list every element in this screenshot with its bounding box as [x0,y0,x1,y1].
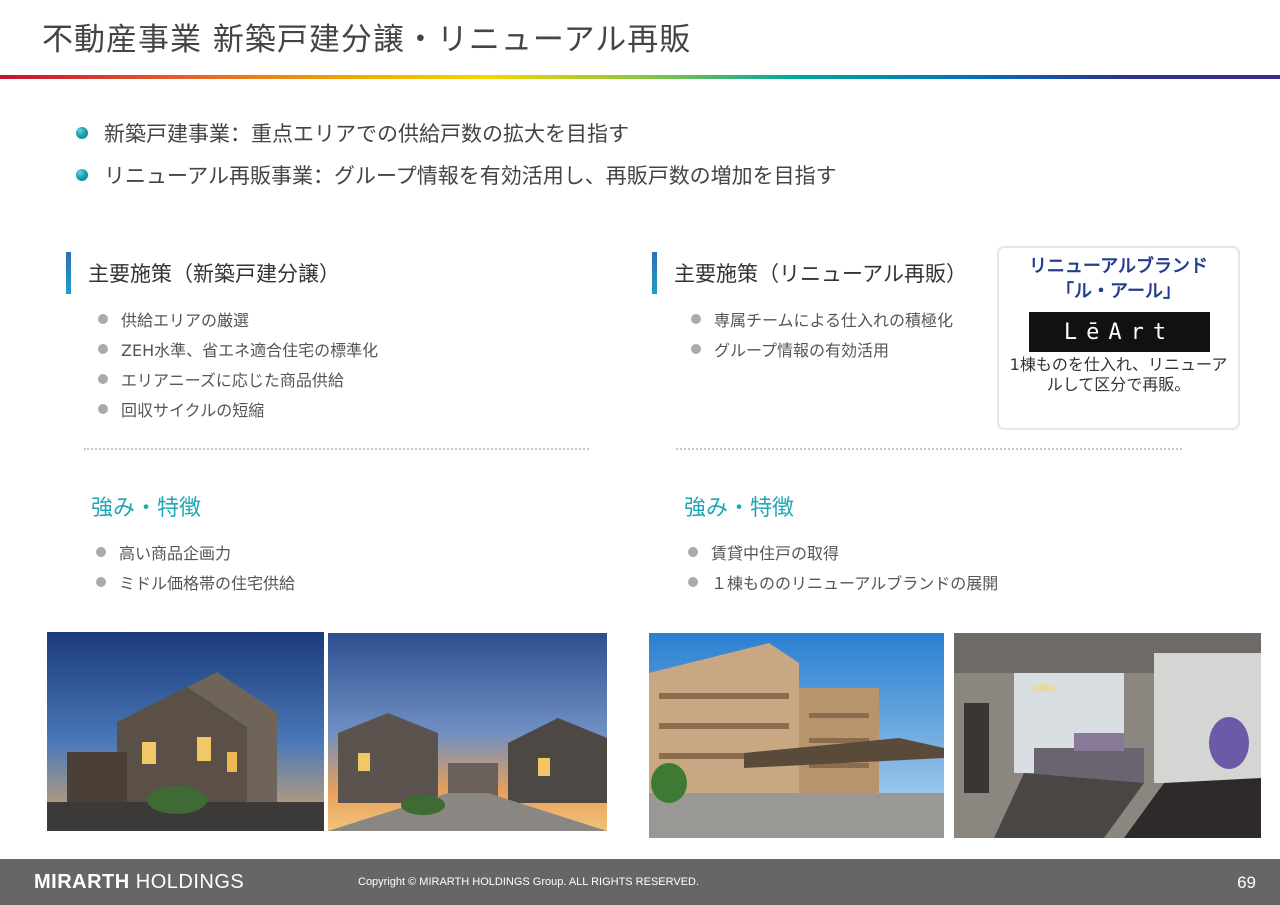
list-item-text: 賃貸中住戸の取得 [711,544,840,563]
summary-bullet: 新築戸建事業：重点エリアでの供給戸数の拡大を目指す [76,112,837,154]
bullet-dot-icon [98,344,108,354]
list-item-text: １棟もののリニューアルブランドの展開 [711,574,999,593]
photo-apartment-building [649,633,944,838]
list-item-text: 回収サイクルの短縮 [121,401,265,420]
bullet-dot-icon [96,577,106,587]
rainbow-divider [0,75,1280,79]
bullet-dot-icon [76,169,88,181]
brand-description: 1棟ものを仕入れ、リニューアルして区分で再販。 [1009,355,1228,394]
brand-title: リニューアルブランド「ル・アール」 [1028,256,1209,302]
list-item: ミドル価格帯の住宅供給 [96,567,295,597]
list-item: グループ情報の有効活用 [691,334,953,364]
company-logo: MIRARTH HOLDINGS [34,871,244,894]
photo-living-room [954,633,1261,838]
heading-bar [652,252,657,294]
list-item: ZEH水準、省エネ適合住宅の標準化 [98,334,378,364]
bullet-dot-icon [98,374,108,384]
right-dotted-divider [676,448,1182,450]
left-section-heading: 主要施策（新築戸建分譲） [66,252,340,294]
right-section-heading: 主要施策（リニューアル再販） [652,252,967,294]
left-measures-list: 供給エリアの厳選 ZEH水準、省エネ適合住宅の標準化 エリアニーズに応じた商品供… [98,304,378,424]
list-item: 賃貸中住戸の取得 [688,537,998,567]
summary-bullet-text: リニューアル再販事業：グループ情報を有効活用し、再販戸数の増加を目指す [104,164,837,188]
bullet-dot-icon [688,577,698,587]
right-measures-list: 専属チームによる仕入れの積極化 グループ情報の有効活用 [691,304,953,364]
bullet-dot-icon [691,314,701,324]
company-logo-bold: MIRARTH [34,871,130,893]
right-strength-heading: 強み・特徴 [684,496,795,521]
list-item: エリアニーズに応じた商品供給 [98,364,378,394]
bullet-dot-icon [98,404,108,414]
left-strengths-list: 高い商品企画力 ミドル価格帯の住宅供給 [96,537,295,597]
photo-house-dusk [47,632,324,831]
bullet-dot-icon [76,127,88,139]
right-section-title: 主要施策（リニューアル再販） [674,262,967,286]
photo-street-sunset [328,633,607,831]
summary-bullet-text: 新築戸建事業：重点エリアでの供給戸数の拡大を目指す [104,122,629,146]
footer-bar: MIRARTH HOLDINGS Copyright © MIRARTH HOL… [0,859,1280,905]
bullet-dot-icon [96,547,106,557]
leart-logo-text: LēArt [1063,319,1176,345]
bullet-dot-icon [691,344,701,354]
bullet-dot-icon [98,314,108,324]
company-logo-rest: HOLDINGS [129,871,245,893]
list-item: 回収サイクルの短縮 [98,394,378,424]
list-item-text: 専属チームによる仕入れの積極化 [714,311,954,330]
list-item: 高い商品企画力 [96,537,295,567]
list-item-text: グループ情報の有効活用 [714,341,890,360]
list-item-text: エリアニーズに応じた商品供給 [121,371,344,390]
copyright-text: Copyright © MIRARTH HOLDINGS Group. ALL … [358,876,700,888]
list-item-text: 供給エリアの厳選 [121,311,250,330]
summary-bullet: リニューアル再販事業：グループ情報を有効活用し、再販戸数の増加を目指す [76,154,837,196]
heading-bar [66,252,71,294]
list-item: 供給エリアの厳選 [98,304,378,334]
leart-logo: LēArt [1029,312,1210,352]
left-dotted-divider [84,448,589,450]
brand-callout: リニューアルブランド「ル・アール」 LēArt 1棟ものを仕入れ、リニューアルし… [997,246,1240,430]
summary-bullets: 新築戸建事業：重点エリアでの供給戸数の拡大を目指す リニューアル再販事業：グルー… [76,112,837,196]
list-item: 専属チームによる仕入れの積極化 [691,304,953,334]
left-section-title: 主要施策（新築戸建分譲） [88,262,340,286]
right-strengths-list: 賃貸中住戸の取得 １棟もののリニューアルブランドの展開 [688,537,998,597]
list-item-text: ミドル価格帯の住宅供給 [119,574,296,593]
list-item-text: 高い商品企画力 [119,544,232,563]
bullet-dot-icon [688,547,698,557]
list-item-text: ZEH水準、省エネ適合住宅の標準化 [121,341,379,360]
page-title: 不動産事業 新築戸建分譲・リニューアル再販 [42,22,692,58]
page-number: 69 [1237,873,1256,892]
left-strength-heading: 強み・特徴 [91,496,202,521]
list-item: １棟もののリニューアルブランドの展開 [688,567,998,597]
